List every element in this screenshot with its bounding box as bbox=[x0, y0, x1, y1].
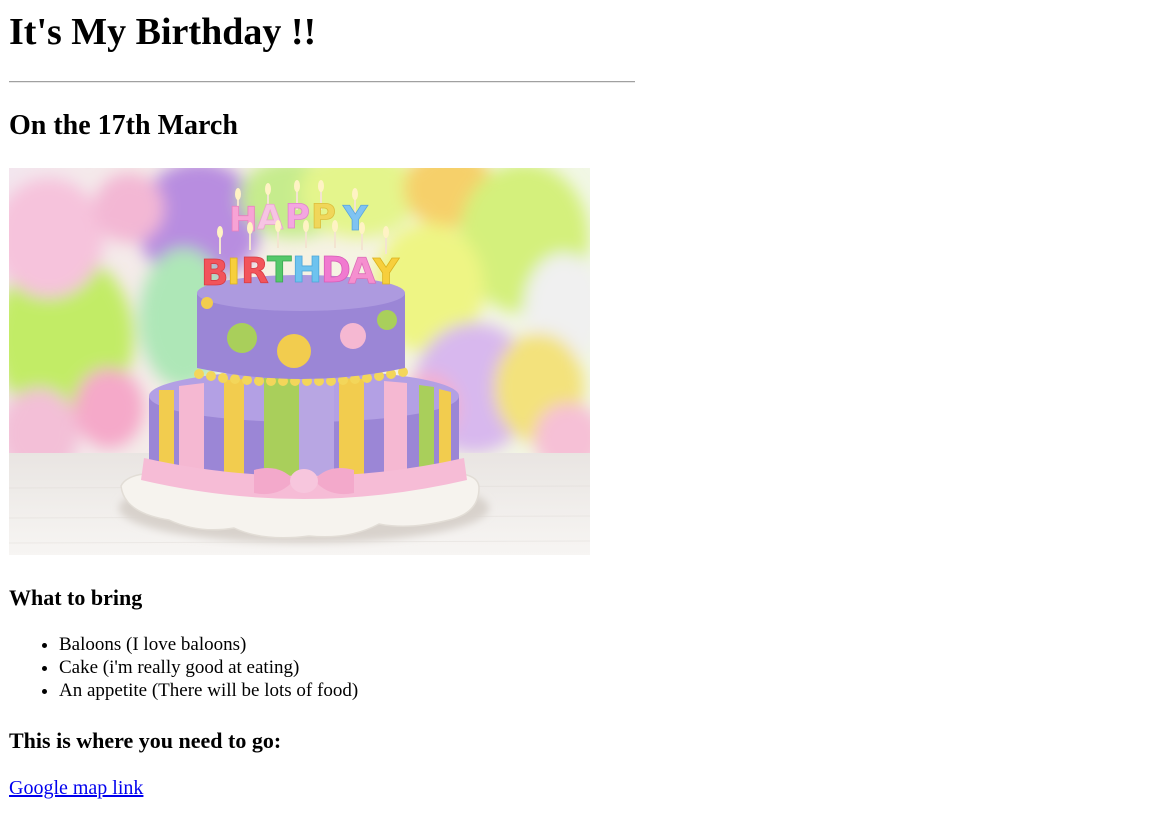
svg-text:H: H bbox=[292, 250, 322, 291]
what-to-bring-heading: What to bring bbox=[9, 585, 143, 610]
svg-text:Y: Y bbox=[372, 252, 400, 293]
svg-text:A: A bbox=[348, 251, 376, 292]
svg-text:B: B bbox=[201, 253, 228, 294]
list-item: Baloons (I love baloons) bbox=[59, 633, 358, 656]
svg-text:H: H bbox=[229, 200, 257, 240]
birthday-cake-image: H A P P Y B I R T H D A Y bbox=[9, 168, 590, 555]
svg-text:R: R bbox=[241, 251, 269, 292]
svg-text:Y: Y bbox=[342, 199, 368, 239]
svg-text:I: I bbox=[227, 252, 240, 293]
location-heading: This is where you need to go: bbox=[9, 728, 282, 753]
divider bbox=[9, 81, 635, 83]
svg-text:P: P bbox=[311, 197, 336, 237]
google-map-link[interactable]: Google map link bbox=[9, 776, 143, 800]
list-item: Cake (i'm really good at eating) bbox=[59, 656, 358, 679]
svg-text:A: A bbox=[257, 198, 284, 238]
date-heading: On the 17th March bbox=[9, 110, 238, 141]
list-item: An appetite (There will be lots of food) bbox=[59, 679, 358, 702]
svg-text:D: D bbox=[321, 250, 351, 291]
bring-list: Baloons (I love baloons) Cake (i'm reall… bbox=[9, 633, 358, 702]
page-title: It's My Birthday !! bbox=[9, 11, 317, 53]
svg-text:T: T bbox=[267, 250, 292, 291]
